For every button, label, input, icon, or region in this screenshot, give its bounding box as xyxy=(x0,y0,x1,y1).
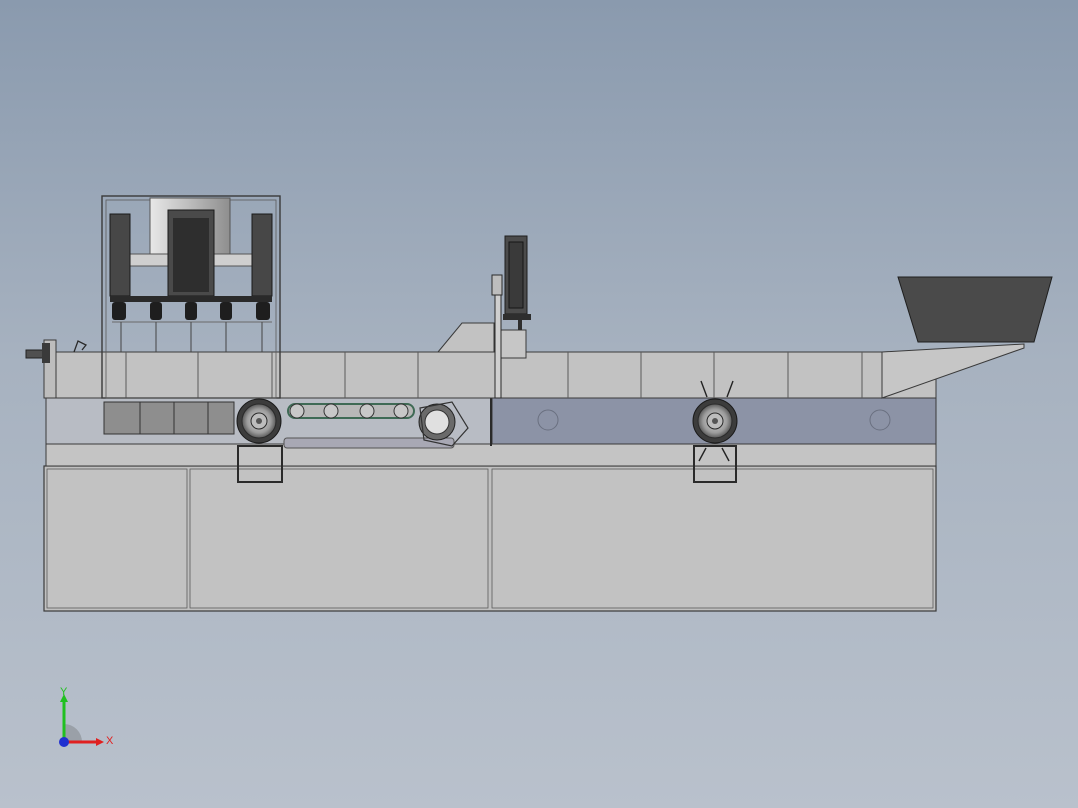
axis-triad: X Y xyxy=(59,686,114,747)
lower-rail xyxy=(45,443,937,467)
upper-wall-panels xyxy=(51,351,937,399)
base-cabinet xyxy=(43,465,937,612)
machine-model[interactable] xyxy=(0,0,1078,808)
x-axis-label: X xyxy=(106,735,114,747)
z-axis-dot xyxy=(59,737,69,747)
y-axis-label: Y xyxy=(60,686,68,698)
x-axis-arrowhead xyxy=(96,738,104,746)
bottle-slots xyxy=(103,401,235,435)
hopper-chute xyxy=(881,276,1053,399)
cad-viewport[interactable]: X Y xyxy=(0,0,1078,808)
